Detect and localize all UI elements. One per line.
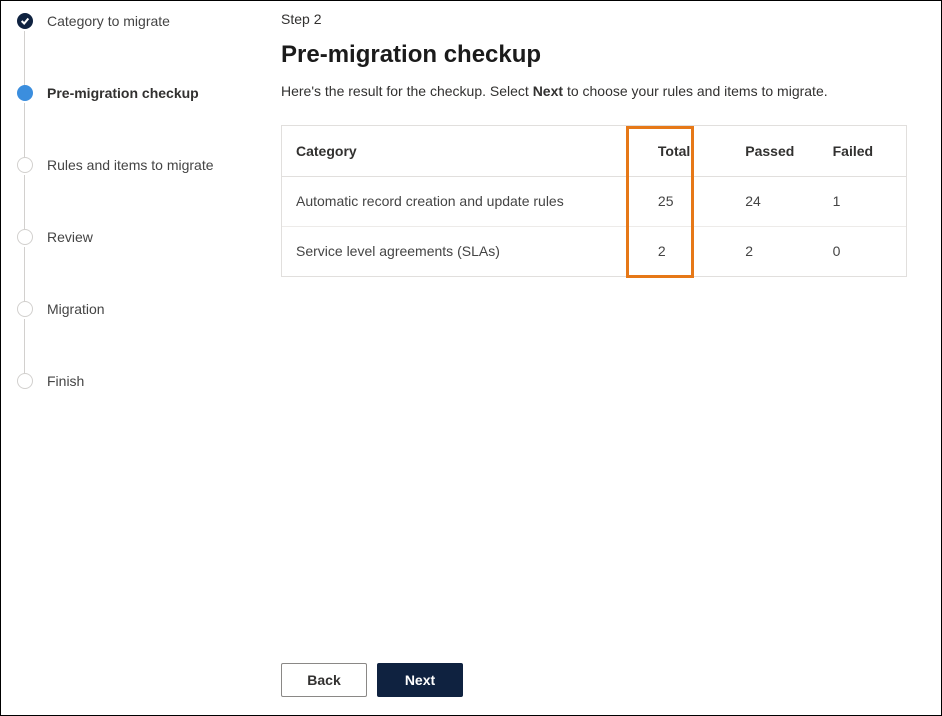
step-label: Migration	[47, 301, 105, 317]
check-circle-icon	[17, 13, 33, 29]
table-header-row: Category Total Passed Failed	[282, 126, 906, 176]
step-connector	[24, 175, 25, 231]
col-category: Category	[282, 126, 644, 176]
step-connector	[24, 319, 25, 375]
step-connector	[24, 103, 25, 159]
step-review[interactable]: Review	[17, 225, 245, 249]
step-label: Finish	[47, 373, 84, 389]
step-migration[interactable]: Migration	[17, 297, 245, 321]
desc-text-after: to choose your rules and items to migrat…	[567, 83, 828, 99]
cell-failed: 1	[819, 176, 906, 226]
pending-step-circle-icon	[17, 229, 33, 245]
step-finish[interactable]: Finish	[17, 369, 245, 393]
cell-failed: 0	[819, 226, 906, 276]
col-passed: Passed	[731, 126, 818, 176]
step-rules-items[interactable]: Rules and items to migrate	[17, 153, 245, 177]
footer-actions: Back Next	[281, 663, 907, 697]
pending-step-circle-icon	[17, 157, 33, 173]
checkup-table: Category Total Passed Failed Automatic r…	[282, 126, 906, 276]
wizard-sidebar: Category to migrate Pre-migration checku…	[1, 1, 261, 715]
step-connector	[24, 31, 25, 87]
table-row[interactable]: Automatic record creation and update rul…	[282, 176, 906, 226]
step-connector	[24, 247, 25, 303]
cell-passed: 24	[731, 176, 818, 226]
col-total: Total	[644, 126, 731, 176]
step-label: Category to migrate	[47, 13, 170, 29]
main-content: Step 2 Pre-migration checkup Here's the …	[261, 1, 941, 715]
cell-total: 25	[644, 176, 731, 226]
desc-text-bold: Next	[533, 83, 563, 99]
back-button[interactable]: Back	[281, 663, 367, 697]
current-step-dot-icon	[17, 85, 33, 101]
step-label: Pre-migration checkup	[47, 85, 199, 101]
next-button[interactable]: Next	[377, 663, 463, 697]
step-label: Rules and items to migrate	[47, 157, 214, 173]
checkup-table-wrap: Category Total Passed Failed Automatic r…	[281, 125, 907, 277]
desc-text-before: Here's the result for the checkup. Selec…	[281, 83, 533, 99]
step-pre-migration-checkup[interactable]: Pre-migration checkup	[17, 81, 245, 105]
cell-passed: 2	[731, 226, 818, 276]
step-number: Step 2	[281, 11, 907, 27]
step-category-to-migrate[interactable]: Category to migrate	[17, 9, 245, 33]
col-failed: Failed	[819, 126, 906, 176]
cell-total: 2	[644, 226, 731, 276]
pending-step-circle-icon	[17, 373, 33, 389]
page-title: Pre-migration checkup	[281, 41, 907, 69]
cell-category: Service level agreements (SLAs)	[282, 226, 644, 276]
step-label: Review	[47, 229, 93, 245]
page-description: Here's the result for the checkup. Selec…	[281, 83, 907, 99]
cell-category: Automatic record creation and update rul…	[282, 176, 644, 226]
table-row[interactable]: Service level agreements (SLAs) 2 2 0	[282, 226, 906, 276]
pending-step-circle-icon	[17, 301, 33, 317]
